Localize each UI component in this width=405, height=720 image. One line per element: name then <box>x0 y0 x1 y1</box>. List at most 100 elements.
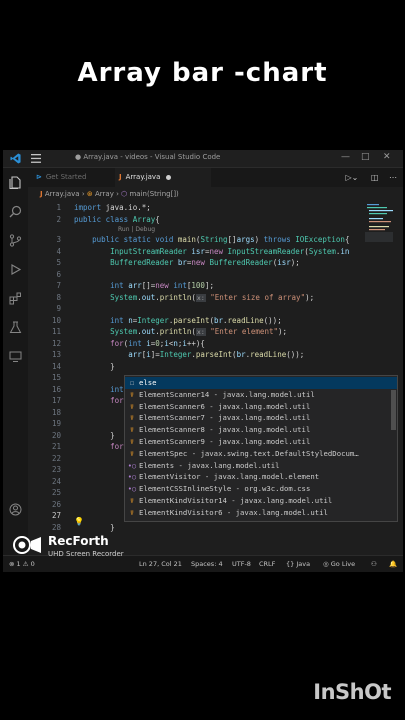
autocomplete-label: ElementScanner9 - javax.lang.model.util <box>139 437 311 446</box>
more-actions-icon[interactable]: ⋯ <box>389 173 397 182</box>
language-mode[interactable]: {} Java <box>286 560 310 568</box>
codelens-run-debug[interactable]: Run | Debug <box>118 226 155 233</box>
line-number: 27 <box>51 511 61 520</box>
code-line[interactable]: 5 BufferedReader br=new BufferedReader(i… <box>28 257 368 268</box>
minimize-button[interactable]: — <box>341 152 350 162</box>
testing-icon[interactable] <box>9 321 22 334</box>
remote-explorer-icon[interactable] <box>9 350 22 363</box>
close-button[interactable]: ✕ <box>383 152 391 162</box>
line-number: 14 <box>51 361 61 371</box>
tab-array-java[interactable]: J Array.java <box>115 168 211 187</box>
class-icon: ☤ <box>129 438 135 446</box>
lightbulb-icon[interactable]: 💡 <box>74 517 84 526</box>
class-icon: ☤ <box>129 390 135 399</box>
breadcrumb-file[interactable]: Array.java <box>45 190 80 198</box>
code-line[interactable]: 2 public class Array{ <box>28 214 368 225</box>
run-debug-icon[interactable] <box>9 263 22 276</box>
menu-icon[interactable] <box>31 154 41 163</box>
encoding[interactable]: UTF-8 <box>232 560 251 568</box>
line-number: 19 <box>51 419 61 428</box>
code-line[interactable]: 4 InputStreamReader isr=new InputStreamR… <box>28 246 368 257</box>
code-line[interactable]: 10 int n=Integer.parseInt(br.readLine())… <box>28 315 368 326</box>
code-line[interactable]: 14 } <box>28 361 368 372</box>
code-text: int n=Integer.parseInt(br.readLine()); <box>110 315 282 325</box>
line-number: 15 <box>51 373 61 382</box>
autocomplete-item[interactable]: ☤ ElementSpec - javax.swing.text.DefaultS… <box>125 448 397 460</box>
indentation[interactable]: Spaces: 4 <box>191 560 223 568</box>
code-line[interactable]: 9 <box>28 303 368 314</box>
code-text: for <box>110 442 124 451</box>
line-ending[interactable]: CRLF <box>259 560 275 568</box>
autocomplete-item[interactable]: ☤ ElementScanner6 - javax.lang.model.util <box>125 401 397 413</box>
code-text: arr[i]=Integer.parseInt(br.readLine()); <box>128 350 305 359</box>
code-text: public class Array{ <box>74 214 160 224</box>
problems-indicator[interactable]: ⊗ 1 ⚠ 0 <box>9 560 35 568</box>
search-icon[interactable] <box>9 205 22 218</box>
line-number: 28 <box>51 522 61 532</box>
code-line[interactable]: 13 arr[i]=Integer.parseInt(br.readLine()… <box>28 349 368 360</box>
recforth-logo-icon <box>13 536 41 554</box>
line-number: 17 <box>51 396 61 405</box>
maximize-button[interactable]: □ <box>361 152 370 162</box>
account-icon[interactable] <box>9 503 22 516</box>
line-number: 21 <box>51 442 61 451</box>
breadcrumb-class[interactable]: Array <box>95 190 114 198</box>
autocomplete-item[interactable]: •○ ElementVisitor - javax.lang.model.elem… <box>125 471 397 483</box>
autocomplete-item[interactable]: ☤ ElementScanner9 - javax.lang.model.util <box>125 436 397 448</box>
line-number: 8 <box>56 292 61 302</box>
activity-bar <box>3 168 28 558</box>
split-editor-icon[interactable]: ◫ <box>371 173 379 182</box>
notifications-icon[interactable]: 🔔 <box>389 560 397 568</box>
autocomplete-item[interactable]: •○ ElementCSSInlineStyle - org.w3c.dom.cs… <box>125 483 397 495</box>
autocomplete-label: ElementVisitor - javax.lang.model.elemen… <box>139 472 320 482</box>
autocomplete-label: ElementKindVisitor6 - javax.lang.model.u… <box>139 507 328 517</box>
vscode-icon <box>10 153 21 164</box>
go-live-button[interactable]: ◎ Go Live <box>323 560 355 568</box>
code-line[interactable]: 11 System.out.println(x: "Enter element"… <box>28 326 368 337</box>
code-line[interactable]: 8 System.out.println(x: "Enter size of a… <box>28 292 368 303</box>
code-text: int arr[]=new int[100]; <box>110 281 214 290</box>
editor-actions: ▷⌄ ◫ ⋯ <box>345 173 397 182</box>
inshot-watermark: InShOt <box>313 680 391 704</box>
autocomplete-label: ElementScanner7 - javax.lang.model.util <box>139 413 311 423</box>
code-text: BufferedReader br=new BufferedReader(isr… <box>110 258 300 267</box>
code-text: public static void main(String[]args) th… <box>92 235 350 244</box>
java-icon: J <box>40 190 43 198</box>
extensions-icon[interactable] <box>9 292 22 305</box>
autocomplete-item[interactable]: ☤ ElementKindVisitor14 - javax.lang.model… <box>125 495 397 507</box>
breadcrumb-method[interactable]: main(String[]) <box>129 190 178 198</box>
autocomplete-item[interactable]: ☐ else <box>125 377 397 389</box>
autocomplete-item[interactable]: ☤ ElementScanner14 - javax.lang.model.uti… <box>125 389 397 401</box>
autocomplete-item[interactable]: •○ Elements - javax.lang.model.util <box>125 460 397 472</box>
code-line[interactable]: 7 int arr[]=new int[100]; <box>28 280 368 291</box>
code-line[interactable]: 1 import java.io.*; <box>28 202 368 213</box>
class-icon: ☤ <box>129 508 135 517</box>
code-line[interactable]: 3 public static void main(String[]args) … <box>28 234 368 245</box>
interface-icon: •○ <box>127 485 137 494</box>
tab-get-started[interactable]: ⊳ Get Started <box>36 168 86 187</box>
line-number: 20 <box>51 430 61 440</box>
source-control-icon[interactable] <box>9 234 22 247</box>
autocomplete-item[interactable]: ☤ ElementKindVisitor6 - javax.lang.model.… <box>125 507 397 519</box>
line-number: 23 <box>51 465 61 474</box>
vscode-window: ● Array.java - videos - Visual Studio Co… <box>3 150 403 572</box>
minimap[interactable] <box>365 202 393 242</box>
line-number: 12 <box>51 338 61 348</box>
interface-icon: •○ <box>127 461 137 470</box>
run-icon[interactable]: ▷⌄ <box>345 173 358 182</box>
code-text: System.out.println(x: "Enter size of arr… <box>110 292 315 302</box>
class-icon: ☤ <box>129 497 135 505</box>
autocomplete-label: ElementScanner6 - javax.lang.model.util <box>139 401 311 411</box>
code-line[interactable]: 12 for(int i=0;i<n;i++){ <box>28 338 368 349</box>
breadcrumb: J Array.java › ⊛ Array › ⬡ main(String[]… <box>40 190 179 198</box>
autocomplete-item[interactable]: ☤ ElementScanner8 - javax.lang.model.util <box>125 424 397 436</box>
window-title: ● Array.java - videos - Visual Studio Co… <box>75 153 221 161</box>
autocomplete-item[interactable]: ☤ ElementScanner7 - javax.lang.model.util <box>125 412 397 424</box>
account-icon[interactable]: ⚇ <box>371 560 377 568</box>
line-number: 13 <box>51 350 61 359</box>
code-line[interactable]: 6 <box>28 269 368 280</box>
recorder-name: RecForth <box>48 534 109 548</box>
explorer-icon[interactable] <box>9 176 22 189</box>
cursor-position[interactable]: Ln 27, Col 21 <box>139 560 182 568</box>
video-headline: Array bar -chart <box>77 58 328 88</box>
